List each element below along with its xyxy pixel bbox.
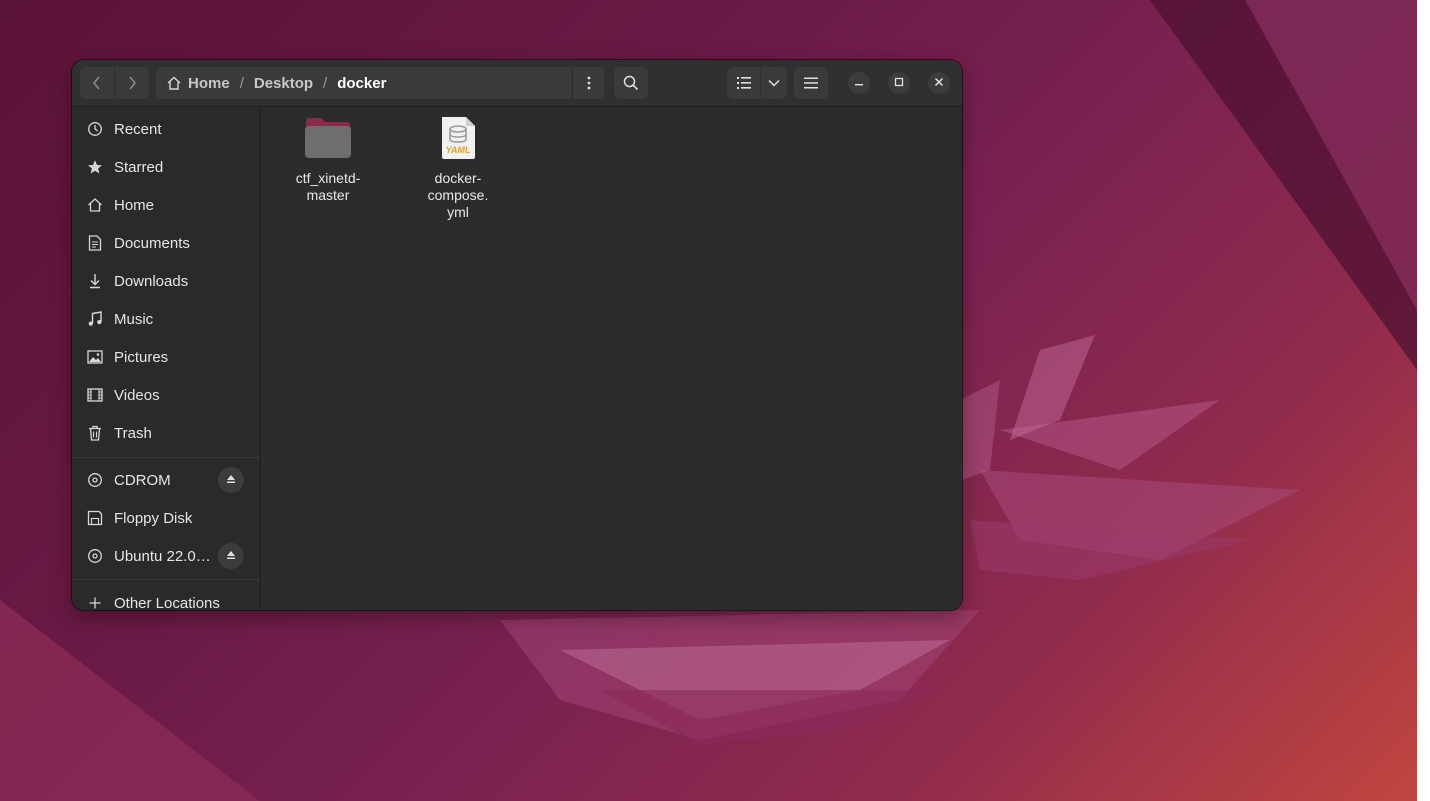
sidebar-item-label: Home [114,196,155,214]
sidebar-item-floppy[interactable]: Floppy Disk [72,499,260,537]
eject-button[interactable] [218,467,244,493]
sidebar-item-recent[interactable]: Recent [72,110,260,148]
sidebar-item-label: Downloads [114,272,189,290]
file-view: ctf_xinetd-master YAML docker-compose. ym… [261,107,962,610]
eject-icon [226,471,236,489]
path-home-label: Home [188,74,230,92]
search-button[interactable] [614,67,648,99]
sidebar-item-label: Floppy Disk [114,509,193,527]
floppy-icon [86,509,104,527]
sidebar-item-label: Music [114,310,154,328]
path-separator: / [239,74,244,92]
plus-icon [86,594,104,610]
sidebar-item-documents[interactable]: Documents [72,224,260,262]
sidebar-item-label: Starred [114,158,164,176]
file-manager-window: Home / Desktop / docker Recent Starred H… [72,60,962,610]
video-icon [86,386,104,404]
main-menu-button[interactable] [794,67,828,99]
chevron-left-icon [92,75,102,91]
home-icon [86,196,104,214]
close-icon [934,74,944,92]
home-icon [166,75,182,91]
maximize-icon [894,74,904,92]
view-options-button[interactable] [761,67,787,99]
search-icon [623,75,639,91]
star-icon [86,158,104,176]
disc-icon [86,471,104,489]
sidebar-item-label: CDROM [114,471,171,489]
eject-button[interactable] [218,543,244,569]
svg-text:YAML: YAML [446,145,471,155]
eject-icon [226,547,236,565]
sidebar-item-label: Ubuntu 22.0… [114,547,211,565]
path-desktop[interactable]: Desktop [254,75,313,92]
file-name: docker-compose. yml [427,170,489,220]
music-icon [86,310,104,328]
chevron-right-icon [127,75,137,91]
file-item-yaml[interactable]: YAML docker-compose. yml [403,115,513,221]
sidebar-item-videos[interactable]: Videos [72,376,260,414]
sidebar-item-other-locations[interactable]: Other Locations [72,584,260,610]
sidebar-item-starred[interactable]: Starred [72,148,260,186]
sidebar-item-pictures[interactable]: Pictures [72,338,260,376]
sidebar-item-label: Documents [114,234,190,252]
sidebar-item-label: Recent [114,120,162,138]
minimize-icon [854,74,864,92]
sidebar-item-label: Other Locations [114,594,220,611]
sidebar-item-trash[interactable]: Trash [72,414,260,452]
view-toggle-button[interactable] [727,67,760,99]
sidebar-item-home[interactable]: Home [72,186,260,224]
path-separator: / [323,74,328,92]
path-bar: Home / Desktop / docker [156,67,604,99]
back-button[interactable] [80,67,114,99]
clock-icon [86,120,104,138]
vertical-dots-icon [587,76,591,90]
headerbar: Home / Desktop / docker [72,60,962,107]
sidebar-item-label: Videos [114,386,160,404]
path-current[interactable]: docker [337,75,386,92]
file-item-folder[interactable]: ctf_xinetd-master [273,117,383,204]
file-name: ctf_xinetd-master [295,170,361,203]
sidebar-divider [72,579,260,580]
document-icon [86,234,104,252]
list-view-icon [736,77,751,89]
disc-icon [86,547,104,565]
path-menu-button[interactable] [572,67,604,99]
picture-icon [86,348,104,366]
chevron-down-icon [768,79,780,87]
sidebar-item-music[interactable]: Music [72,300,260,338]
download-icon [86,272,104,290]
sidebar-divider [72,457,260,458]
path-home[interactable]: Home [166,75,230,92]
hamburger-icon [804,77,818,89]
sidebar-item-label: Pictures [114,348,169,366]
sidebar-item-label: Trash [114,424,152,442]
maximize-button[interactable] [888,72,910,94]
forward-button[interactable] [115,67,149,99]
yaml-file-icon: YAML [439,115,477,166]
trash-icon [86,424,104,442]
folder-icon [304,117,352,164]
sidebar-item-downloads[interactable]: Downloads [72,262,260,300]
minimize-button[interactable] [848,72,870,94]
sidebar: Recent Starred Home Documents Downloads … [72,107,261,610]
close-button[interactable] [928,72,950,94]
